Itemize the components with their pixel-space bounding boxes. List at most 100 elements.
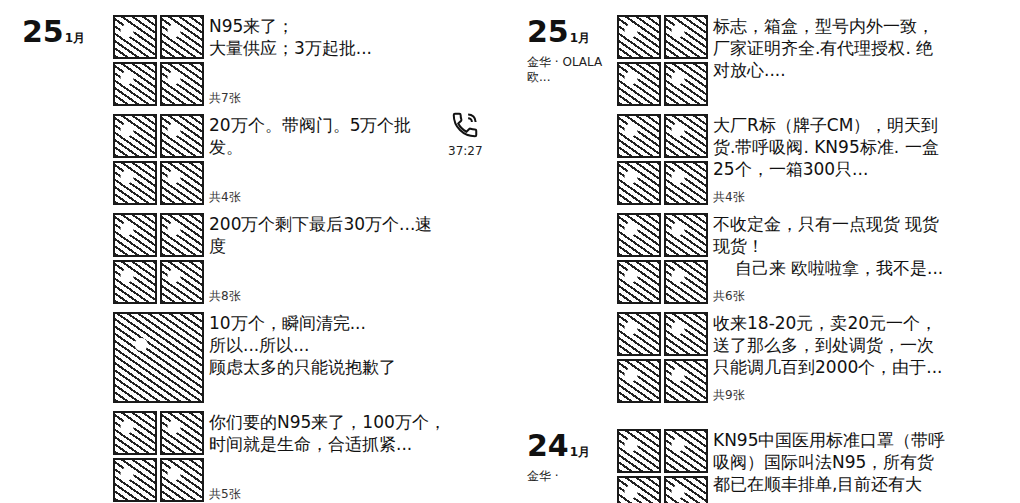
photo-grid: [113, 15, 204, 106]
photo[interactable]: [664, 312, 708, 356]
moment-entry[interactable]: 大厂R标（牌子CM），明天到货.带呼吸阀. KN95标准. 一盒25个，一箱30…: [617, 114, 988, 205]
photo[interactable]: [160, 161, 204, 205]
entry-text: 厂家证明齐全.有代理授权. 绝: [713, 37, 988, 59]
photo[interactable]: [664, 429, 708, 473]
photo[interactable]: [113, 260, 157, 304]
photo[interactable]: [113, 458, 157, 502]
entry-text: 发。: [209, 136, 484, 158]
location[interactable]: 金华 ·: [527, 469, 607, 484]
entry-text: 现货！: [713, 235, 988, 257]
entry-body: 大厂R标（牌子CM），明天到货.带呼吸阀. KN95标准. 一盒25个，一箱30…: [713, 114, 988, 205]
photo[interactable]: [617, 312, 661, 356]
entry-body: 你们要的N95来了，100万个，时间就是生命，合适抓紧...共5张: [209, 411, 484, 502]
entry-text: KN95中国医用标准口罩（带呼: [713, 429, 988, 451]
entry-text: 都已在顺丰排单,目前还有大: [713, 473, 988, 495]
entry-body: 不收定金，只有一点现货 现货现货！ 自己来 欧啦啦拿，我不是...共6张: [713, 213, 988, 304]
entry-text: 度: [209, 235, 484, 257]
photo-grid: [617, 312, 708, 403]
photo[interactable]: [617, 359, 661, 403]
location[interactable]: 金华 · OLALA欧...: [527, 55, 607, 85]
phone-icon: [450, 110, 480, 140]
photo[interactable]: [160, 15, 204, 59]
photo[interactable]: [617, 260, 661, 304]
photo[interactable]: [160, 458, 204, 502]
photo-count: 共5张: [209, 486, 484, 502]
photo-count: 共7张: [209, 90, 484, 106]
photo[interactable]: [664, 15, 708, 59]
photo-count: 共6张: [713, 288, 988, 304]
day: 25: [22, 15, 64, 49]
photo[interactable]: [113, 114, 157, 158]
entry-text: 吸阀）国际叫法N95，所有货: [713, 451, 988, 473]
moment-entry[interactable]: 收来18-20元，卖20元一个，送了那么多，到处调货，一次只能调几百到2000个…: [617, 312, 988, 403]
date-block: 251月: [0, 15, 113, 502]
moment-entry[interactable]: 20万个。带阀门。5万个批发。共4张: [113, 114, 484, 205]
entry-body: N95来了；大量供应；3万起批...共7张: [209, 15, 484, 106]
entry-body: 10万个，瞬间清完...所以...所以...顾虑太多的只能说抱歉了: [209, 312, 484, 403]
photo[interactable]: [664, 213, 708, 257]
photo[interactable]: [664, 260, 708, 304]
photo[interactable]: [160, 62, 204, 106]
photo[interactable]: [160, 260, 204, 304]
photo[interactable]: [617, 62, 661, 106]
entry-body: 标志，箱盒，型号内外一致，厂家证明齐全.有代理授权. 绝对放心....: [713, 15, 988, 106]
photo[interactable]: [617, 15, 661, 59]
photo[interactable]: [113, 62, 157, 106]
entry-text: 对放心....: [713, 59, 988, 81]
moment-entry[interactable]: N95来了；大量供应；3万起批...共7张: [113, 15, 484, 106]
photo[interactable]: [664, 114, 708, 158]
photo[interactable]: [664, 161, 708, 205]
photo-count: 共8张: [209, 288, 484, 304]
moment-entry[interactable]: 标志，箱盒，型号内外一致，厂家证明齐全.有代理授权. 绝对放心....: [617, 15, 988, 106]
photo[interactable]: [160, 213, 204, 257]
entry-text: 200万个剩下最后30万个...速: [209, 213, 484, 235]
call-widget[interactable]: 37:27: [448, 110, 483, 158]
photo[interactable]: [160, 411, 204, 455]
moment-entry[interactable]: 10万个，瞬间清完...所以...所以...顾虑太多的只能说抱歉了: [113, 312, 484, 403]
photo[interactable]: [617, 429, 661, 473]
photo[interactable]: [113, 15, 157, 59]
photo[interactable]: [113, 312, 204, 403]
entry-text: 10万个，瞬间清完...: [209, 312, 484, 334]
entry-text: 只能调几百到2000个，由于...: [713, 356, 988, 378]
call-time: 37:27: [448, 144, 483, 158]
album-column: 251月N95来了；大量供应；3万起批...共7张20万个。带阀门。5万个批发。…: [0, 0, 510, 503]
date-block: 241月金华 ·: [510, 429, 617, 503]
entry-body: 20万个。带阀门。5万个批发。共4张: [209, 114, 484, 205]
photo-grid: [113, 114, 204, 205]
moment-entry[interactable]: KN95中国医用标准口罩（带呼吸阀）国际叫法N95，所有货都已在顺丰排单,目前还…: [617, 429, 988, 503]
photo[interactable]: [617, 114, 661, 158]
photo-count: 共4张: [713, 189, 988, 205]
entry-text: 20万个。带阀门。5万个批: [209, 114, 484, 136]
month: 1月: [570, 30, 590, 47]
photo[interactable]: [664, 359, 708, 403]
entry-body: KN95中国医用标准口罩（带呼吸阀）国际叫法N95，所有货都已在顺丰排单,目前还…: [713, 429, 988, 503]
photo[interactable]: [664, 62, 708, 106]
album-column: 251月金华 · OLALA欧...标志，箱盒，型号内外一致，厂家证明齐全.有代…: [510, 0, 1020, 503]
photo-grid: [617, 15, 708, 106]
moment-entry[interactable]: 你们要的N95来了，100万个，时间就是生命，合适抓紧...共5张: [113, 411, 484, 502]
photo-grid: [113, 213, 204, 304]
photo-count: 共9张: [713, 387, 988, 403]
photo-count: 共4张: [209, 189, 484, 205]
moment-entry[interactable]: 不收定金，只有一点现货 现货现货！ 自己来 欧啦啦拿，我不是...共6张: [617, 213, 988, 304]
photo[interactable]: [113, 161, 157, 205]
photo-grid: [113, 312, 204, 403]
entry-text: 送了那么多，到处调货，一次: [713, 334, 988, 356]
entry-text: 大量供应；3万起批...: [209, 37, 484, 59]
entry-text: 自己来 欧啦啦拿，我不是...: [713, 257, 988, 279]
photo[interactable]: [113, 213, 157, 257]
entry-text: 大厂R标（牌子CM），明天到: [713, 114, 988, 136]
month: 1月: [65, 30, 85, 47]
moment-entry[interactable]: 200万个剩下最后30万个...速度共8张: [113, 213, 484, 304]
photo[interactable]: [617, 161, 661, 205]
photo[interactable]: [113, 411, 157, 455]
photo[interactable]: [664, 476, 708, 503]
photo[interactable]: [617, 476, 661, 503]
entry-text: 所以...所以...: [209, 334, 484, 356]
entry-list: KN95中国医用标准口罩（带呼吸阀）国际叫法N95，所有货都已在顺丰排单,目前还…: [617, 429, 988, 503]
photo[interactable]: [160, 114, 204, 158]
month: 1月: [570, 444, 590, 461]
photo[interactable]: [617, 213, 661, 257]
entry-body: 200万个剩下最后30万个...速度共8张: [209, 213, 484, 304]
